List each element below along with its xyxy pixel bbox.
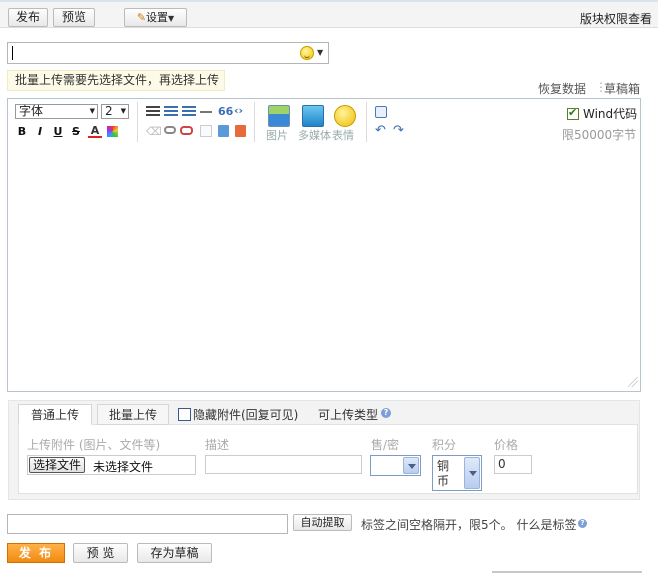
align-left-icon[interactable] (146, 106, 160, 118)
table-icon[interactable] (200, 125, 212, 137)
preview-button-top[interactable]: 预览 (53, 8, 95, 27)
quote-icon[interactable]: 66 (218, 105, 233, 118)
toolbar-separator (366, 102, 367, 142)
chevron-down-icon (403, 457, 419, 474)
resize-grip-icon[interactable] (628, 377, 638, 387)
batch-upload-hint: 批量上传需要先选择文件，再选择上传 (7, 70, 225, 91)
chevron-down-icon: ▼ (89, 107, 95, 115)
column-header-sale: 售/密 (371, 438, 400, 452)
paste-word-icon[interactable] (235, 125, 246, 137)
smiley-icon[interactable] (300, 46, 314, 60)
byte-limit-label: 限50000字节 (562, 128, 637, 142)
font-family-select[interactable]: 字体 ▼ (15, 104, 98, 119)
eraser-icon[interactable]: ⌫ (146, 125, 162, 138)
source-code-icon[interactable] (375, 106, 387, 118)
code-icon[interactable]: ‹› (234, 104, 243, 117)
tag-hint: 标签之间空格隔开，限5个。 什么是标签 (361, 518, 577, 532)
tag-input[interactable] (7, 514, 288, 534)
title-input[interactable] (7, 42, 329, 64)
unordered-list-icon[interactable] (182, 106, 196, 118)
help-icon[interactable]: ? (381, 408, 391, 418)
chevron-down-icon: ▼ (168, 14, 175, 23)
preview-button[interactable]: 预 览 (73, 543, 128, 563)
redo-icon[interactable]: ↷ (393, 123, 404, 138)
board-permissions-link[interactable]: 版块权限查看 (580, 10, 652, 27)
top-toolbar (0, 0, 658, 28)
no-file-chosen-label: 未选择文件 (93, 460, 154, 474)
strikethrough-button[interactable]: S (69, 125, 83, 139)
ordered-list-icon[interactable] (164, 106, 178, 118)
emoticon-label[interactable]: 表情 (332, 127, 354, 143)
size-select-value: 2 (105, 104, 113, 118)
credit-select-value: 铜币 (437, 459, 450, 488)
pencil-icon: ✎ (136, 11, 147, 24)
column-header-description: 描述 (205, 438, 230, 452)
undo-icon[interactable]: ↶ (375, 123, 386, 138)
wind-code-label[interactable]: Wind代码 (583, 105, 637, 122)
publish-button-top[interactable]: 发布 (8, 8, 48, 27)
attachment-doc-icon[interactable] (218, 125, 229, 137)
horizontal-rule-icon[interactable] (200, 111, 212, 113)
price-input[interactable]: 0 (494, 455, 532, 474)
bold-button[interactable]: B (15, 125, 29, 139)
emoji-dropdown-arrow-icon[interactable]: ▼ (317, 48, 323, 57)
link-icon[interactable] (164, 126, 176, 134)
background-color-icon[interactable] (107, 126, 118, 137)
publish-button[interactable]: 发 布 (7, 543, 65, 563)
font-select-value: 字体 (19, 104, 44, 118)
auto-extract-button[interactable]: 自动提取 (293, 514, 352, 531)
toolbar-separator (254, 102, 255, 142)
save-draft-button[interactable]: 存为草稿 (137, 543, 212, 563)
underline-button[interactable]: U (51, 125, 65, 139)
choose-file-button[interactable]: 选择文件 (29, 457, 86, 473)
column-header-price: 价格 (494, 438, 519, 452)
chevron-down-icon: ▼ (120, 107, 126, 115)
column-header-file: 上传附件 (图片、文件等) (27, 438, 161, 452)
sale-select[interactable] (370, 455, 421, 476)
media-label[interactable]: 多媒体 (298, 127, 331, 143)
help-icon[interactable]: ? (578, 519, 587, 528)
emoticon-icon[interactable] (334, 105, 356, 127)
allowed-types-label[interactable]: 可上传类型 (318, 406, 378, 423)
column-header-credit: 积分 (432, 438, 457, 452)
text-caret (12, 46, 13, 60)
restore-data-link[interactable]: 恢复数据 (538, 80, 586, 97)
settings-button[interactable]: ✎设置▼ (124, 8, 187, 27)
unlink-icon[interactable] (180, 126, 193, 135)
toolbar-separator (137, 102, 138, 142)
wind-code-checkbox[interactable] (567, 106, 579, 120)
font-color-button[interactable]: A (88, 125, 102, 138)
settings-label: 设置 (146, 11, 169, 24)
description-input[interactable] (205, 455, 362, 474)
tab-batch-upload[interactable]: 批量上传 (97, 404, 169, 425)
chevron-down-icon (464, 457, 480, 489)
tab-normal-upload[interactable]: 普通上传 (18, 404, 92, 425)
image-label[interactable]: 图片 (266, 127, 288, 143)
hidden-attachment-label[interactable]: 隐藏附件(回复可见) (193, 406, 298, 423)
top-border-line (0, 0, 658, 2)
credit-type-select[interactable]: 铜币 (432, 455, 482, 491)
italic-button[interactable]: I (33, 125, 47, 139)
image-icon[interactable] (268, 105, 290, 127)
media-icon[interactable] (302, 105, 324, 127)
font-size-select[interactable]: 2 ▼ (101, 104, 129, 119)
drafts-link[interactable]: 草稿箱 (604, 80, 640, 97)
hidden-attachment-checkbox[interactable] (178, 408, 191, 421)
bottom-divider (492, 571, 642, 573)
